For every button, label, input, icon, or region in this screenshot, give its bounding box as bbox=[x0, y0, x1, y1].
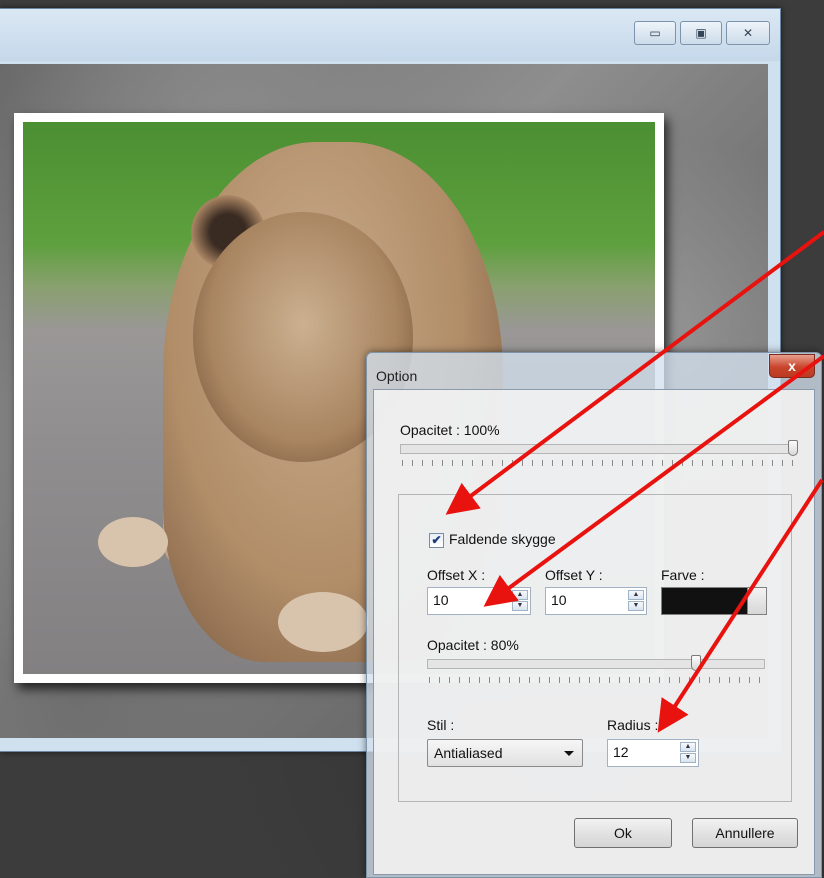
dialog-title: Option bbox=[376, 368, 418, 384]
opacity-slider-thumb[interactable] bbox=[788, 440, 798, 456]
dialog-close-button[interactable]: x bbox=[769, 354, 815, 378]
spin-down-icon[interactable]: ▼ bbox=[512, 601, 528, 611]
cub-paw bbox=[98, 517, 168, 567]
maximize-button[interactable]: ▣ bbox=[680, 21, 722, 45]
radius-spinner[interactable]: 12 ▲ ▼ bbox=[607, 739, 699, 767]
spin-down-icon[interactable]: ▼ bbox=[628, 601, 644, 611]
color-picker[interactable] bbox=[661, 587, 767, 615]
radius-value: 12 bbox=[613, 744, 629, 760]
chevron-down-icon[interactable] bbox=[564, 751, 574, 756]
offset-x-label: Offset X : bbox=[427, 567, 486, 583]
offset-x-spinner[interactable]: 10 ▲ ▼ bbox=[427, 587, 531, 615]
close-button[interactable]: ✕ bbox=[726, 21, 770, 45]
radius-label: Radius : bbox=[607, 717, 659, 733]
style-dropdown-value: Antialiased bbox=[434, 745, 503, 761]
color-label: Farve : bbox=[661, 567, 705, 583]
shadow-checkbox-label: Faldende skygge bbox=[449, 531, 556, 547]
spin-down-icon[interactable]: ▼ bbox=[680, 753, 696, 763]
cancel-button[interactable]: Annullere bbox=[692, 818, 798, 848]
window-titlebar: ▭ ▣ ✕ bbox=[0, 9, 780, 61]
shadow-opacity-slider-thumb[interactable] bbox=[691, 655, 701, 671]
opacity-label: Opacitet : 100% bbox=[400, 422, 500, 438]
cub-paw bbox=[278, 592, 368, 652]
shadow-opacity-slider[interactable] bbox=[427, 659, 765, 669]
shadow-checkbox[interactable]: ✔ bbox=[429, 533, 444, 548]
shadow-opacity-slider-ticks bbox=[429, 677, 765, 683]
offset-y-value: 10 bbox=[551, 592, 567, 608]
shadow-group: ✔ Faldende skygge Offset X : 10 ▲ ▼ Offs… bbox=[398, 494, 792, 802]
ok-button[interactable]: Ok bbox=[574, 818, 672, 848]
offset-y-label: Offset Y : bbox=[545, 567, 603, 583]
offset-x-value: 10 bbox=[433, 592, 449, 608]
window-controls: ▭ ▣ ✕ bbox=[634, 21, 770, 45]
spin-up-icon[interactable]: ▲ bbox=[680, 742, 696, 752]
style-dropdown[interactable]: Antialiased bbox=[427, 739, 583, 767]
style-label: Stil : bbox=[427, 717, 455, 733]
offset-y-spinner[interactable]: 10 ▲ ▼ bbox=[545, 587, 647, 615]
spin-up-icon[interactable]: ▲ bbox=[628, 590, 644, 600]
shadow-opacity-label: Opacitet : 80% bbox=[427, 637, 519, 653]
dialog-client-area: Opacitet : 100% ✔ Faldende skygge Offset… bbox=[373, 389, 815, 875]
spin-up-icon[interactable]: ▲ bbox=[512, 590, 528, 600]
opacity-slider[interactable] bbox=[400, 444, 797, 454]
color-dropdown-button[interactable] bbox=[747, 588, 766, 614]
opacity-slider-ticks bbox=[402, 460, 794, 466]
option-dialog: Option x Opacitet : 100% ✔ Faldende skyg… bbox=[366, 352, 822, 878]
minimize-button[interactable]: ▭ bbox=[634, 21, 676, 45]
